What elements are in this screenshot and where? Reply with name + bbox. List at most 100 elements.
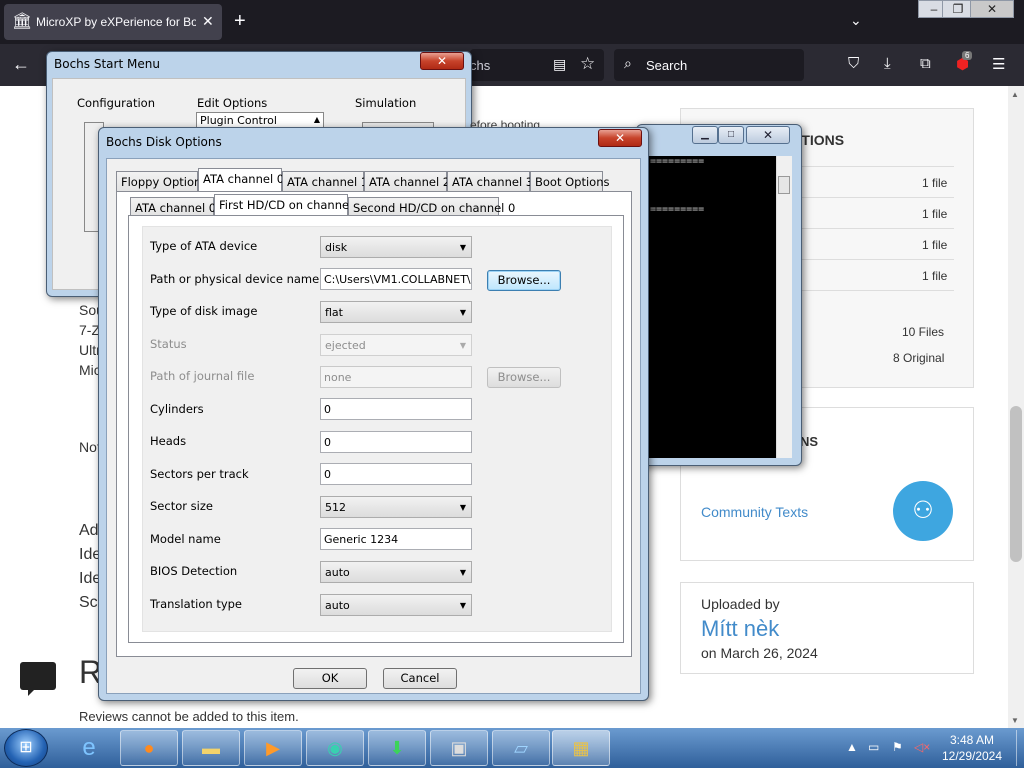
tab-boot-options[interactable]: Boot Options [530, 171, 610, 191]
cancel-button[interactable]: Cancel [383, 668, 457, 689]
sector-size-value: 512 [325, 501, 346, 514]
image-type-value: flat [325, 306, 343, 319]
close-tab-icon[interactable]: ✕ [202, 13, 214, 30]
file-count[interactable]: 1 file [922, 207, 947, 221]
maximize-button[interactable]: □ [718, 126, 744, 144]
download-manager-icon[interactable]: ⬇ [368, 730, 426, 766]
folder-icon[interactable]: ▬ [182, 730, 240, 766]
status-select: ejected ▼ [320, 334, 472, 356]
console-scrollbar[interactable] [776, 156, 792, 458]
console-line: ========= [650, 204, 705, 215]
path-input[interactable]: C:\Users\VM1.COLLABNET\D [320, 268, 472, 290]
scrollbar-thumb[interactable] [1010, 406, 1022, 562]
pocket-icon[interactable]: ⛉ [848, 55, 859, 72]
show-desktop-button[interactable] [1016, 730, 1024, 766]
tab-ata-channel-1[interactable]: ATA channel 1 [282, 171, 368, 191]
uploader-name[interactable]: Mítt nèk [701, 616, 779, 642]
status-value: ejected [325, 339, 366, 352]
file-count[interactable]: 1 file [922, 238, 947, 252]
ok-button[interactable]: OK [293, 668, 367, 689]
dropdown-arrow-icon: ▼ [459, 601, 466, 610]
tab-ata-channel-2[interactable]: ATA channel 2 [364, 171, 450, 191]
sub-tabs: ATA channel 0 First HD/CD on channel 0 S… [130, 194, 515, 217]
status-label: Status [150, 337, 187, 351]
star-icon[interactable]: ☆ [580, 54, 595, 74]
ie-icon[interactable]: e [60, 730, 118, 766]
close-button[interactable]: ✕ [420, 52, 464, 70]
subtab-first-hd[interactable]: First HD/CD on channel 0 [214, 194, 363, 215]
tab-ata-channel-0[interactable]: ATA channel 0 [198, 168, 284, 191]
new-tab-icon[interactable]: + [234, 10, 246, 32]
media-player-icon[interactable]: ▶ [244, 730, 302, 766]
heads-input[interactable]: 0 [320, 431, 472, 453]
file-count[interactable]: 1 file [922, 269, 947, 283]
back-arrow-icon[interactable]: ← [12, 54, 30, 75]
type-value: disk [325, 241, 348, 254]
chat-bubble-tail [28, 688, 36, 696]
dropdown-arrow-icon: ▼ [459, 341, 466, 350]
journal-label: Path of journal file [150, 369, 255, 383]
close-button[interactable]: ✕ [598, 129, 642, 147]
model-input[interactable]: Generic 1234 [320, 528, 472, 550]
tab-floppy-options[interactable]: Floppy Options [116, 171, 207, 191]
clock-date: 12/29/2024 [941, 749, 1003, 763]
menu-icon[interactable]: ☰ [992, 55, 1005, 73]
image-type-label: Type of disk image [150, 304, 258, 318]
reader-view-icon[interactable]: ▤ [553, 56, 566, 73]
translation-select[interactable]: auto ▼ [320, 594, 472, 616]
tab-title: MicroXP by eXPerience for Bochs [36, 15, 196, 29]
search-input[interactable] [614, 49, 804, 81]
scroll-up-icon[interactable]: ▲ [1011, 90, 1019, 99]
sector-size-select[interactable]: 512 ▼ [320, 496, 472, 518]
journal-input: none [320, 366, 472, 388]
file-count[interactable]: 1 file [922, 176, 947, 190]
scroll-down-icon[interactable]: ▼ [1011, 716, 1019, 725]
url-text: chs [470, 58, 491, 73]
search-placeholder: Search [646, 58, 688, 73]
app-icon[interactable]: ◉ [306, 730, 364, 766]
notepad-icon[interactable]: ▱ [492, 730, 550, 766]
scroll-up-icon[interactable]: ▲ [314, 115, 320, 124]
minimize-button[interactable]: ▁ [692, 126, 718, 144]
show-hidden-icons[interactable]: ▲ [846, 740, 858, 754]
total-original: 8 Original [893, 351, 945, 365]
dropdown-arrow-icon: ▼ [459, 568, 466, 577]
network-icon[interactable]: ▭ [868, 740, 879, 754]
browse-button[interactable]: Browse... [487, 270, 561, 291]
firefox-icon[interactable]: ● [120, 730, 178, 766]
computer-icon[interactable]: ▣ [430, 730, 488, 766]
dropdown-arrow-icon: ▼ [459, 308, 466, 317]
close-button[interactable]: ✕ [746, 126, 790, 144]
cylinders-input[interactable]: 0 [320, 398, 472, 420]
download-icon[interactable]: ⤓ [884, 55, 891, 72]
image-type-select[interactable]: flat ▼ [320, 301, 472, 323]
extensions-icon[interactable]: ⧉ [920, 55, 931, 72]
browser-tab[interactable]: 🏛 MicroXP by eXPerience for Bochs ✕ [4, 4, 222, 40]
bios-value: auto [325, 566, 350, 579]
search-icon: ⌕ [624, 55, 632, 71]
bochs-icon[interactable]: ▦ [552, 730, 610, 766]
translation-label: Translation type [150, 597, 243, 611]
clock[interactable]: 3:48 AM 12/29/2024 [930, 732, 1014, 764]
tab-ata-channel-3[interactable]: ATA channel 3 [447, 171, 533, 191]
reviews-note: Reviews cannot be added to this item. [79, 709, 299, 724]
chevron-down-icon[interactable]: ⌄ [850, 12, 862, 29]
action-center-icon[interactable]: ⚑ [892, 740, 903, 754]
browse-journal-button: Browse... [487, 367, 561, 388]
volume-muted-icon[interactable]: ◁× [914, 740, 930, 754]
spt-label: Sectors per track [150, 467, 249, 481]
subtab-second-hd[interactable]: Second HD/CD on channel 0 [348, 197, 515, 215]
list-item[interactable]: Plugin Control [200, 114, 277, 127]
windows-logo-icon: ⊞ [19, 739, 33, 756]
bios-select[interactable]: auto ▼ [320, 561, 472, 583]
console-scroll-thumb[interactable] [778, 176, 790, 194]
main-tabs: Floppy Options ATA channel 0 ATA channel… [116, 168, 626, 193]
close-window-button[interactable]: ✕ [970, 0, 1014, 18]
dialog-title: Bochs Disk Options [106, 135, 222, 149]
type-select[interactable]: disk ▼ [320, 236, 472, 258]
community-texts-link[interactable]: Community Texts [701, 504, 808, 520]
community-icon[interactable]: ⚇ [893, 481, 953, 541]
translation-value: auto [325, 599, 350, 612]
subtab-ata-channel-0[interactable]: ATA channel 0 [130, 197, 216, 215]
spt-input[interactable]: 0 [320, 463, 472, 485]
